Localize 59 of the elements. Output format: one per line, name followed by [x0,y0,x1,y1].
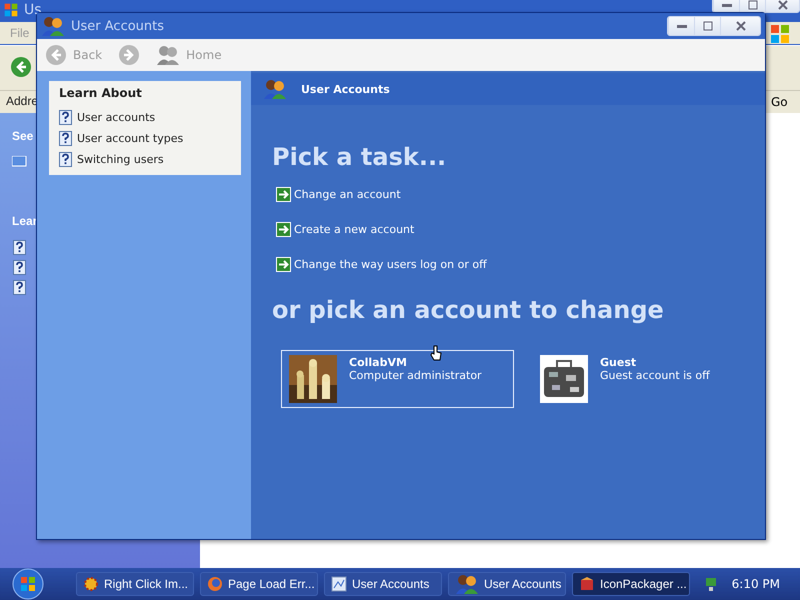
taskbar-button[interactable]: Page Load Err... [200,572,318,596]
window-icon [4,3,18,17]
account-type: Computer administrator [349,369,482,382]
help-icon [59,131,72,146]
help-link[interactable]: User account types [59,129,231,148]
task-link[interactable]: Change an account [276,187,765,202]
restore-button[interactable] [739,0,765,12]
minimize-button[interactable] [713,0,739,12]
account-name: Guest [600,356,638,369]
minimize-icon [722,4,732,6]
task-heading: Pick a task... [271,143,448,171]
minimize-button[interactable] [668,17,694,35]
close-icon [736,21,746,31]
close-button[interactable] [720,17,760,35]
suitcase-icon [540,355,588,403]
windows-logo [770,24,790,44]
account-tile[interactable]: Guest Guest account is off [532,350,765,408]
restore-icon [748,0,758,10]
close-icon [778,0,788,10]
network-icon [704,576,718,592]
help-icon [59,110,72,125]
users-icon [455,573,479,595]
account-name: CollabVM [349,356,408,369]
taskbar-button[interactable]: User Accounts [448,572,566,596]
header-title: User Accounts [301,82,390,96]
window-title: User Accounts [71,18,166,34]
panel-title: Learn About [59,86,143,100]
arrow-icon [276,222,291,237]
help-icon [59,152,72,167]
home-users-icon [156,44,180,66]
arrow-icon [276,187,291,202]
help-link[interactable]: User accounts [59,108,231,127]
package-icon [579,576,595,592]
taskbar-button[interactable]: User Accounts [324,572,442,596]
taskbar-button[interactable]: IconPackager ... [572,572,690,596]
minimize-icon [676,24,686,28]
section-heading: Lear [12,214,38,228]
help-link[interactable]: Switching users [59,150,231,169]
start-orb-icon [12,568,44,600]
gear-icon [83,576,99,592]
account-type: Guest account is off [600,369,710,382]
task-link[interactable]: Change the way users log on or off [276,257,765,272]
section-heading: See [12,129,34,143]
help-icon [13,240,26,255]
taskbar-button[interactable]: Right Click Im... [76,572,194,596]
maximize-button[interactable] [694,17,720,35]
close-button[interactable] [765,0,799,12]
help-icon [13,280,26,295]
maximize-icon [702,21,712,31]
task-link[interactable]: Create a new account [276,222,765,237]
control-panel-icon [331,576,347,592]
clock: 6:10 PM [732,577,780,591]
users-icon [263,78,287,100]
hand-cursor-icon [430,345,442,361]
users-icon [41,15,65,37]
help-icon [13,260,26,275]
accounts-heading: or pick an account to change [271,296,665,324]
globe-icon [207,576,223,592]
arrow-icon [276,257,291,272]
